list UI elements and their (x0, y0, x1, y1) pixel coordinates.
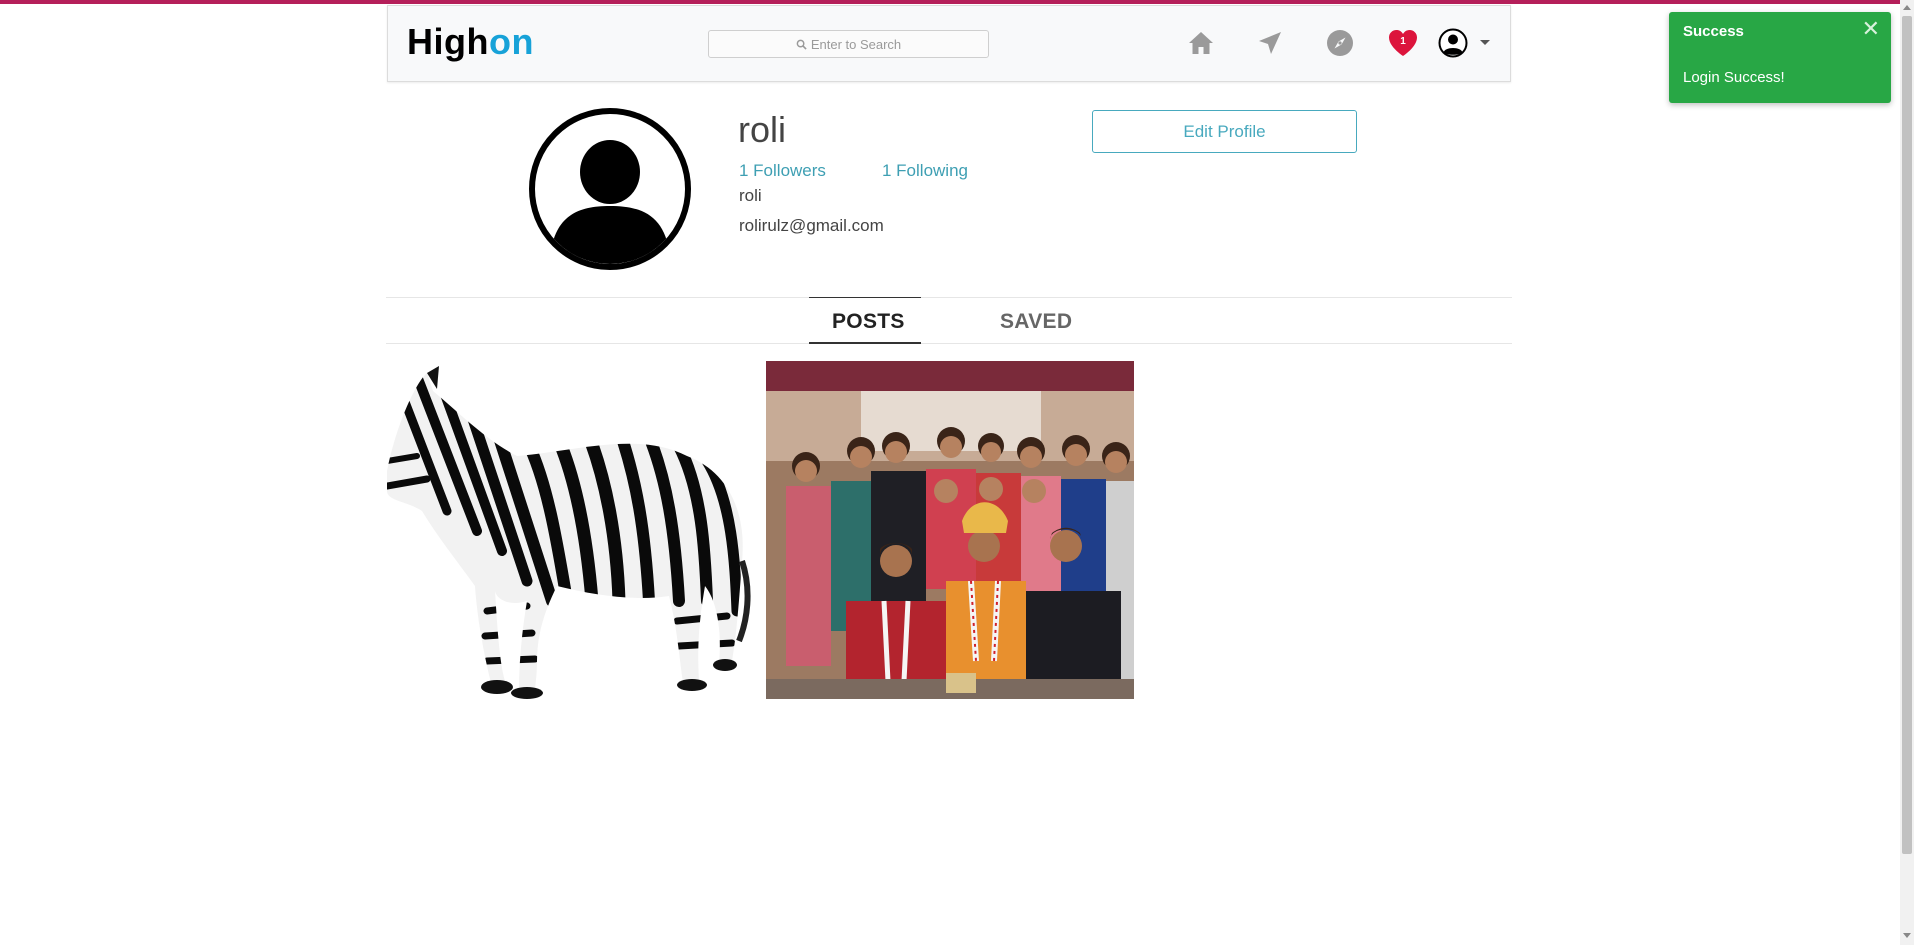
profile-email: rolirulz@gmail.com (739, 216, 884, 235)
navbar: Highon Enter to Search 1 (387, 5, 1511, 82)
scrollbar-thumb[interactable] (1902, 16, 1912, 854)
profile-full-name: roli (739, 186, 762, 205)
brand-logo[interactable]: Highon (407, 24, 534, 60)
top-accent-line (0, 0, 1914, 4)
chevron-down-icon[interactable] (1480, 40, 1490, 45)
page-scrollbar[interactable] (1900, 0, 1914, 945)
tab-active-indicator-top (809, 297, 921, 298)
notification-count: 1 (1400, 36, 1406, 47)
tab-saved[interactable]: SAVED (1000, 310, 1072, 334)
brand-logo-part2: on (488, 21, 534, 62)
wedding-photo-image (766, 361, 1134, 699)
user-avatar-icon[interactable] (1438, 28, 1468, 58)
profile-username: roli (738, 109, 787, 150)
toast-title: Success (1683, 23, 1744, 40)
success-toast: Success ✕ Login Success! (1669, 12, 1891, 103)
explore-icon[interactable] (1325, 28, 1355, 58)
heart-icon[interactable]: 1 (1388, 28, 1418, 58)
edit-profile-button[interactable]: Edit Profile (1092, 110, 1357, 153)
zebra-image (387, 366, 751, 699)
home-icon[interactable] (1186, 28, 1216, 58)
tab-posts[interactable]: POSTS (832, 310, 905, 334)
scroll-down-arrow-icon[interactable] (1903, 933, 1911, 938)
scroll-up-arrow-icon[interactable] (1903, 5, 1911, 10)
tabs-divider-bottom (386, 343, 1512, 344)
brand-logo-part1: High (407, 21, 489, 62)
close-icon[interactable]: ✕ (1862, 18, 1880, 40)
search-icon (796, 39, 807, 50)
tabs-divider-top (386, 297, 1512, 298)
following-link[interactable]: 1 Following (882, 161, 968, 181)
profile-avatar (529, 108, 691, 270)
post-thumbnail-wedding[interactable] (766, 361, 1134, 699)
toast-message: Login Success! (1683, 69, 1785, 86)
tab-active-indicator (809, 342, 921, 344)
post-thumbnail-zebra[interactable] (387, 361, 755, 699)
send-icon[interactable] (1255, 28, 1285, 58)
search-input[interactable]: Enter to Search (708, 30, 989, 58)
search-placeholder: Enter to Search (810, 36, 902, 52)
followers-link[interactable]: 1 Followers (739, 161, 826, 181)
